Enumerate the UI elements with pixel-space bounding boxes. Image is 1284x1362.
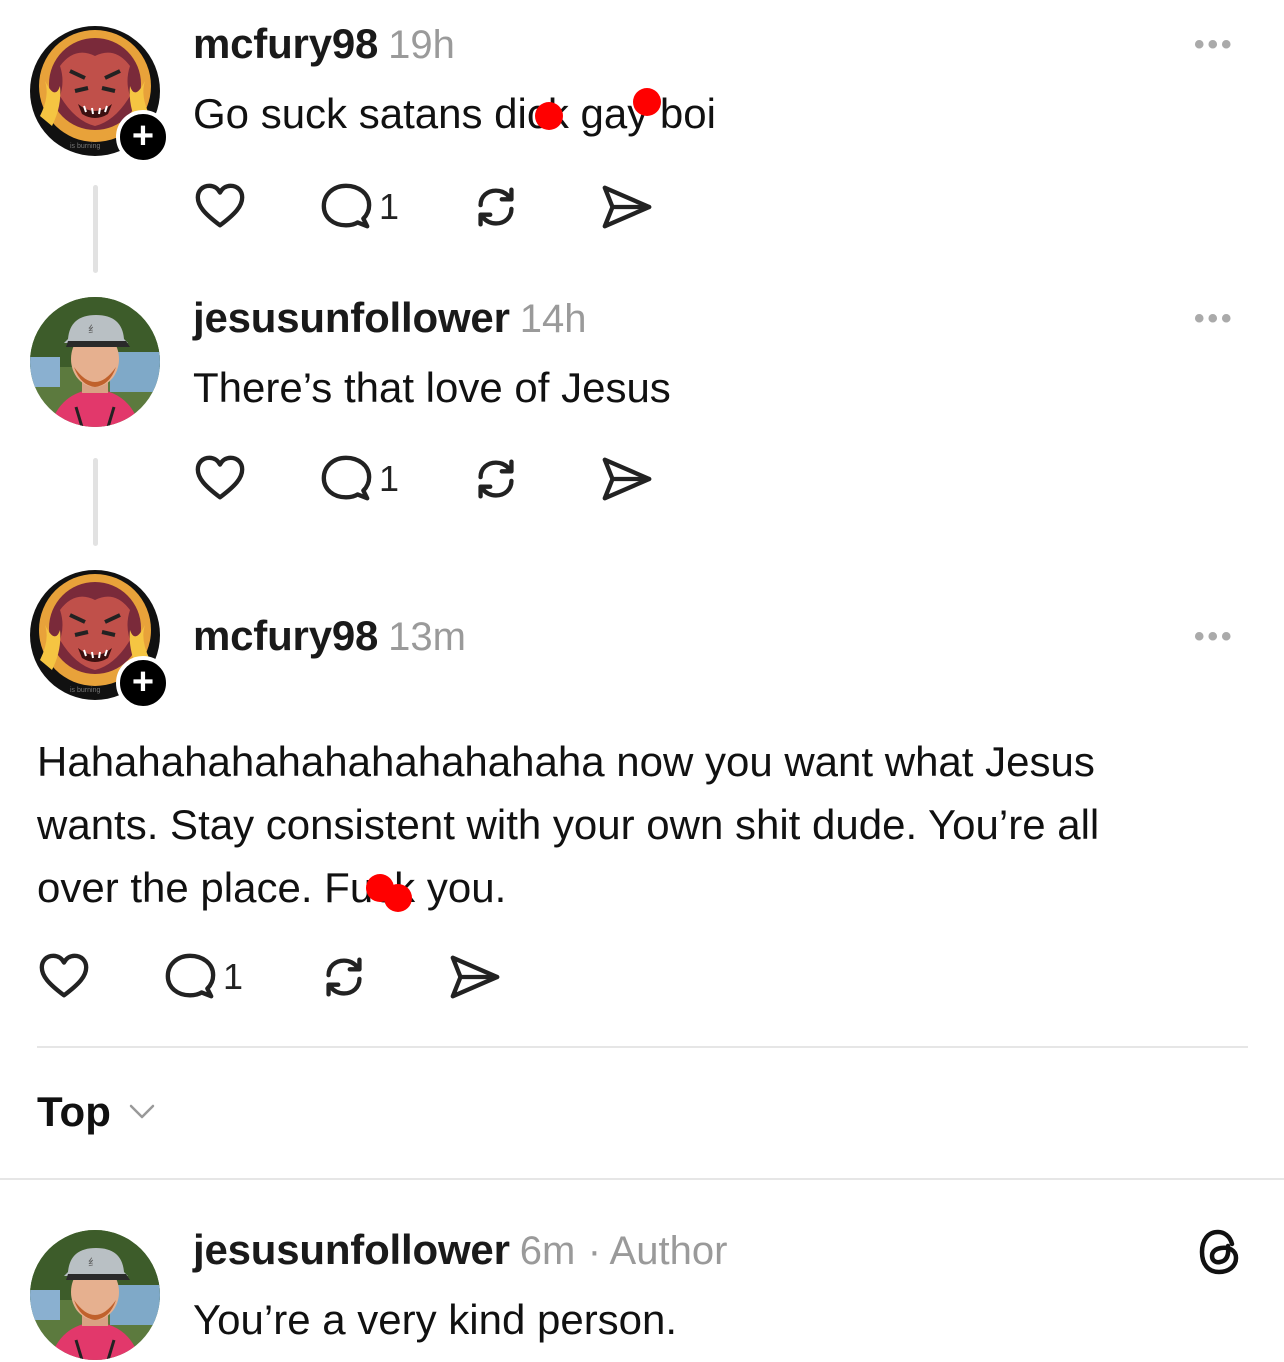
avatar[interactable] [30,297,160,427]
reply-count: 1 [379,458,400,499]
repost-icon [469,180,523,234]
threads-logo-icon[interactable] [1196,1226,1244,1278]
plus-icon[interactable]: + [116,656,170,710]
thread-line [93,185,98,273]
reply-meta: jesusunfollower 6m · Author [193,1226,727,1274]
timestamp: 13m [388,615,466,659]
reply-button[interactable]: 1 [319,180,469,234]
post-meta: jesusunfollower 14h [193,294,586,342]
author-badge: Author [609,1229,728,1273]
more-options-button[interactable]: ••• [1194,620,1235,654]
share-button[interactable] [599,452,653,506]
send-icon [599,180,653,234]
heart-icon [37,950,91,1004]
post-actions: 1 [193,452,653,506]
timestamp: 6m [519,1229,576,1273]
comment-icon [319,452,373,506]
redaction-mark [535,102,563,130]
divider [37,1046,1248,1048]
repost-icon [469,452,523,506]
like-button[interactable] [193,180,319,234]
username[interactable]: mcfury98 [193,612,378,659]
share-button[interactable] [599,180,653,234]
comment-icon [163,950,217,1004]
repost-icon [317,950,371,1004]
timestamp: 19h [388,23,455,67]
thread-line [93,458,98,546]
repost-button[interactable] [469,452,599,506]
username[interactable]: jesusunfollower [193,1226,510,1273]
post-text-line: wants. Stay consistent with your own shi… [37,801,1100,848]
heart-icon [193,452,247,506]
post-text-line: Hahahahahahahahahahahaha now you want wh… [37,738,1095,785]
reply-text: You’re a very kind person. [193,1296,678,1343]
divider [0,1178,1284,1180]
post-meta: mcfury98 13m [193,612,466,660]
sort-label: Top [37,1088,111,1135]
post-meta: mcfury98 19h [193,20,455,68]
heart-icon [193,180,247,234]
reply-button[interactable]: 1 [163,950,317,1004]
sort-dropdown[interactable]: Top [37,1088,159,1136]
username[interactable]: jesusunfollower [193,294,510,341]
post-text-line: over the place. Fuck you. [37,864,507,911]
timestamp: 14h [519,297,587,341]
post-text: There’s that love of Jesus [193,364,671,411]
post-actions: 1 [193,180,653,234]
post-actions: 1 [37,950,501,1004]
chevron-down-icon [129,1104,155,1119]
plus-icon[interactable]: + [116,110,170,164]
send-icon [599,452,653,506]
more-options-button[interactable]: ••• [1194,302,1235,336]
like-button[interactable] [37,950,163,1004]
post-text: Hahahahahahahahahahahaha now you want wh… [37,730,1257,919]
separator: · [587,1229,602,1273]
repost-button[interactable] [469,180,599,234]
comment-icon [319,180,373,234]
send-icon [447,950,501,1004]
redaction-mark [633,88,661,116]
avatar[interactable] [30,1230,160,1360]
reply-count: 1 [223,956,244,997]
reply-button[interactable]: 1 [319,452,469,506]
more-options-button[interactable]: ••• [1194,28,1235,62]
like-button[interactable] [193,452,319,506]
repost-button[interactable] [317,950,447,1004]
redaction-mark [384,884,412,912]
username[interactable]: mcfury98 [193,20,378,67]
reply-count: 1 [379,186,400,227]
share-button[interactable] [447,950,501,1004]
